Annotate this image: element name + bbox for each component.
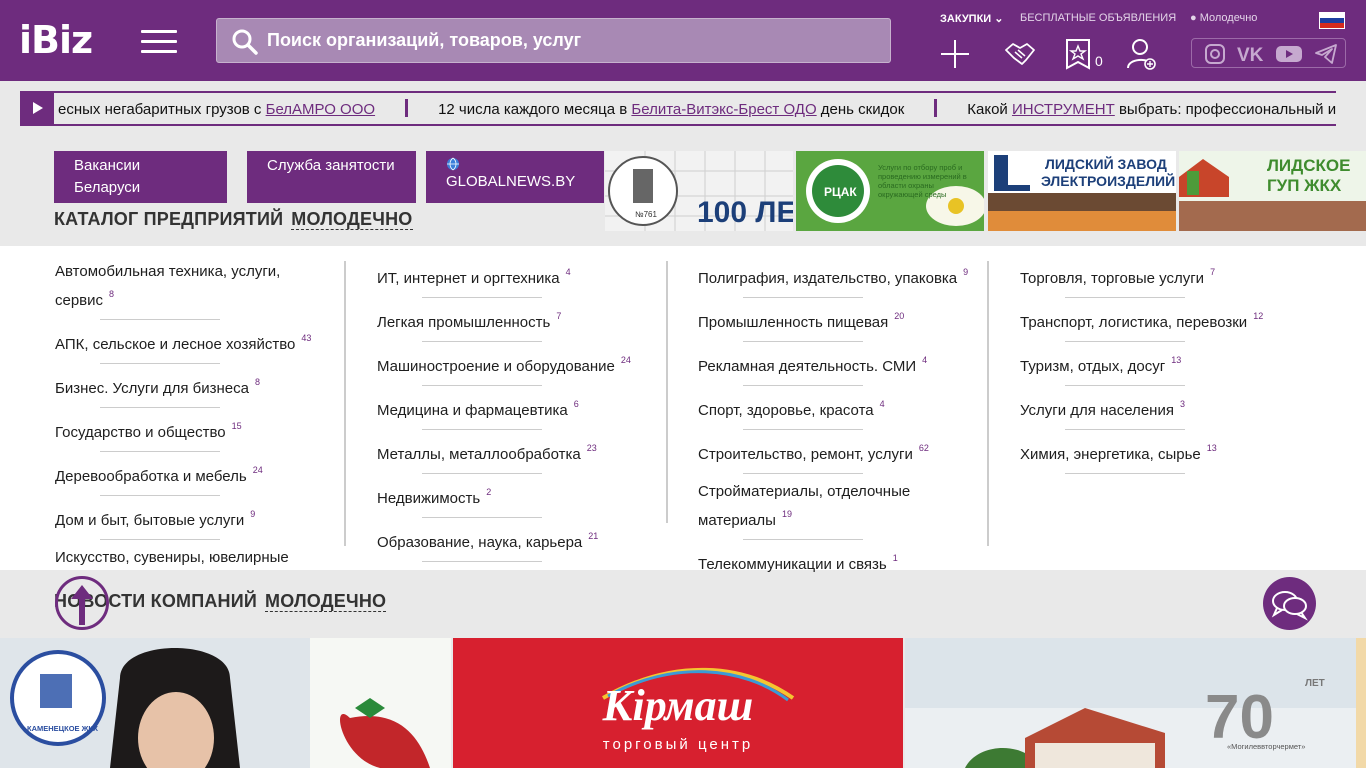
free-ads-link[interactable]: БЕСПЛАТНЫЕ ОБЪЯВЛЕНИЯ [1020,12,1176,24]
catalog-category[interactable]: Легкая промышленность 7 [377,305,652,342]
news-card[interactable]: КАМЕНЕЦКОЕ ЖКХ [0,638,451,768]
catalog-category[interactable]: Туризм, отдых, досуг 13 [1020,349,1295,386]
ticker-separator [405,99,409,117]
favorites-count: 0 [1095,53,1103,69]
scroll-up-button[interactable] [55,576,109,630]
catalog-category[interactable]: Строительство, ремонт, услуги 62 [698,437,973,474]
news-card-brand: Кірмаш [602,681,754,730]
catalog-category[interactable]: Рекламная деятельность. СМИ 4 [698,349,973,386]
ticker-play-icon[interactable] [20,93,54,124]
chevron-down-icon: ⌄ [994,13,1004,25]
favorites-icon[interactable] [1063,38,1095,70]
catalog-column: Полиграфия, издательство, упаковка 9 Пром… [698,261,989,584]
catalog-category[interactable]: Торговля, торговые услуги 7 [1020,261,1295,298]
ticker-link[interactable]: БелАМРО ООО [266,101,375,118]
news-card-years-label: ЛЕТ [1305,678,1325,689]
svg-text:VK: VK [1237,45,1264,64]
banner-100-years-text: 100 ЛЕТ [697,196,793,229]
catalog-category[interactable]: Автомобильная техника, услуги, сервис 8 [55,261,330,320]
news-card-company: «Могилеввторчермет» [1227,742,1305,751]
banner-zhkh-line2: ГУП ЖКХ [1267,176,1342,195]
search-bar [216,18,891,63]
catalog-category[interactable]: Полиграфия, издательство, упаковка 9 [698,261,973,298]
catalog-category[interactable]: Машиностроение и оборудование 24 [377,349,652,386]
catalog-category[interactable]: Химия, энергетика, сырье 13 [1020,437,1295,474]
catalog-category[interactable]: Деревообработка и мебель 24 [55,459,330,496]
zakupki-link[interactable]: ЗАКУПКИ ⌄ [940,12,1003,25]
employment-service-button[interactable]: Служба занятости [247,151,416,203]
search-icon[interactable] [231,28,259,56]
ticker-item: Какой ИНСТРУМЕНТ выбрать: профессиональн… [967,101,1336,118]
news-card[interactable]: 70 ЛЕТ «Могилеввторчермет» [905,638,1366,768]
catalog-column: ИТ, интернет и оргтехника 4 Легкая промыш… [377,261,668,562]
banner-zhkh-line1: ЛИДСКОЕ [1267,156,1350,175]
social-links: VK [1191,38,1346,68]
ticker-track: есных негабаритных грузов с БелАМРО ООО 1… [58,99,1336,118]
vacancies-button[interactable]: Вакансии Беларуси [54,151,227,203]
location-pin-icon: ● [1190,12,1197,24]
news-card[interactable]: Кірмаш торговый центр [453,638,903,768]
banner-rcak-text: Услуги по отбору проб и проведению измер… [878,163,967,199]
city-selector[interactable]: ● Молодечно [1190,12,1257,24]
menu-burger-icon[interactable] [141,30,177,54]
catalog-category[interactable]: АПК, сельское и лесное хозяйство 43 [55,327,330,364]
russian-flag-icon[interactable] [1319,12,1345,29]
telegram-icon[interactable] [1315,44,1337,64]
instagram-icon[interactable] [1204,44,1226,64]
catalog-category[interactable]: Государство и общество 15 [55,415,330,452]
catalog-category[interactable]: Спорт, здоровье, красота 4 [698,393,973,430]
catalog-category[interactable]: Промышленность пищевая 20 [698,305,973,342]
banner-rcak[interactable]: РЦАК Услуги по отбору проб и проведению … [796,151,984,231]
ticker-item: 12 числа каждого месяца в Белита-Витэкс-… [438,101,905,118]
banner-lida-zhkh[interactable]: ЛИДСКОЕ ГУП ЖКХ [1179,151,1366,231]
ticker-link[interactable]: Белита-Витэкс-Брест ОДО [631,101,816,118]
news-city-selector[interactable]: МОЛОДЕЧНО [265,591,387,612]
catalog-column: Торговля, торговые услуги 7 Транспорт, ло… [1020,261,1320,481]
banner-lida-line1: ЛИДСКИЙ ЗАВОД [1045,155,1167,172]
user-add-icon[interactable] [1126,38,1158,70]
chat-button[interactable] [1263,577,1316,630]
catalog-category[interactable]: Услуги для населения 3 [1020,393,1295,430]
ticker-separator [934,99,938,117]
catalog-category[interactable]: Медицина и фармацевтика 6 [377,393,652,430]
catalog-category[interactable]: Бизнес. Услуги для бизнеса 8 [55,371,330,408]
news-card-subtitle: торговый центр [603,736,753,753]
banner-lida-electro[interactable]: ЛИДСКИЙ ЗАВОД ЭЛЕКТРОИЗДЕЛИЙ [988,151,1176,231]
banner-rcak-logo: РЦАК [824,185,857,199]
banner-100-years[interactable]: №761 100 ЛЕТ [605,151,793,231]
search-input[interactable] [267,19,877,62]
vk-icon[interactable]: VK [1237,44,1265,64]
catalog-category[interactable]: Дом и быт, бытовые услуги 9 [55,503,330,540]
catalog-category[interactable]: Металлы, металлообработка 23 [377,437,652,474]
catalog-category[interactable]: Недвижимость 2 [377,481,652,518]
catalog-column: Автомобильная техника, услуги, сервис 8 А… [55,261,346,606]
ticker-link[interactable]: ИНСТРУМЕНТ [1012,101,1115,118]
catalog-title: КАТАЛОГ ПРЕДПРИЯТИЙ МОЛОДЕЧНО [54,209,413,230]
handshake-icon[interactable] [1004,38,1036,70]
add-icon[interactable] [939,38,971,70]
ticker-item: есных негабаритных грузов с БелАМРО ООО [58,101,376,118]
logo[interactable]: iBiz [19,18,93,62]
arrow-up-icon [71,585,93,625]
chat-icon [1271,591,1308,621]
catalog-category[interactable]: Стройматериалы, отделочные материалы 19 [698,481,928,540]
banner-lida-line2: ЭЛЕКТРОИЗДЕЛИЙ [1041,172,1175,189]
youtube-icon[interactable] [1275,44,1303,64]
globalnews-label: GLOBALNEWS.BY [446,173,576,190]
catalog-city-selector[interactable]: МОЛОДЕЧНО [291,209,413,230]
news-card-logo-text: КАМЕНЕЦКОЕ ЖКХ [27,724,98,733]
globe-icon [447,157,459,171]
catalog-category[interactable]: ИТ, интернет и оргтехника 4 [377,261,652,298]
banner-number: №761 [635,210,657,219]
catalog-panel: Автомобильная техника, услуги, сервис 8 А… [0,246,1366,606]
catalog-category[interactable]: Образование, наука, карьера 21 [377,525,652,562]
news-ticker: есных негабаритных грузов с БелАМРО ООО 1… [20,91,1336,126]
header: iBiz ЗАКУПКИ ⌄ БЕСПЛАТНЫЕ ОБЪЯВЛЕНИЯ ● М… [0,0,1366,81]
catalog-category[interactable]: Транспорт, логистика, перевозки 12 [1020,305,1295,342]
globalnews-button[interactable]: GLOBALNEWS.BY [426,151,604,203]
